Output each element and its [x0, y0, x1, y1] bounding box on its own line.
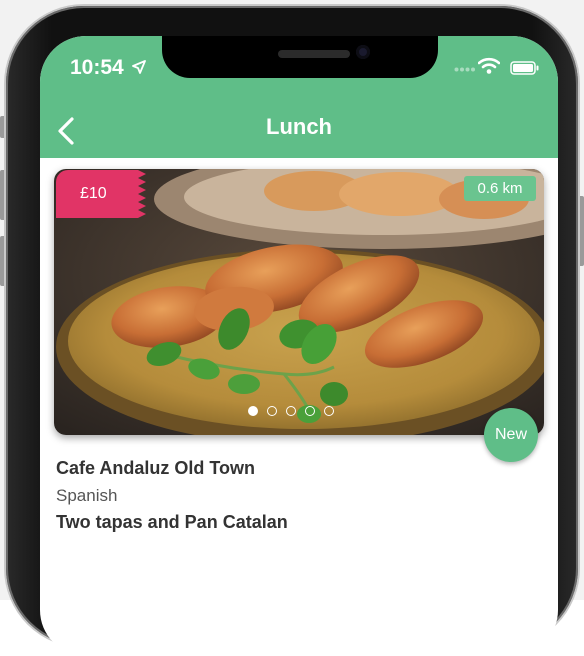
- earpiece-speaker: [278, 50, 350, 58]
- power-button: [578, 196, 584, 266]
- carousel-dot-4[interactable]: [305, 406, 315, 416]
- price-badge: £10: [56, 170, 138, 218]
- deal-description: Two tapas and Pan Catalan: [56, 512, 288, 532]
- price-badge-zigzag-edge: [138, 170, 146, 218]
- location-arrow-icon: [132, 60, 146, 74]
- cuisine-label: Spanish: [56, 486, 118, 505]
- distance-badge: 0.6 km: [464, 176, 536, 201]
- phone-screen: 10:54 Lunch £10 0.6 km New Cafe Andaluz …: [40, 36, 558, 656]
- wifi-icon: [478, 57, 500, 74]
- signal-dots-icon: [454, 67, 475, 72]
- page-title: Lunch: [266, 114, 332, 139]
- carousel-indicator[interactable]: [248, 406, 334, 416]
- status-time: 10:54: [70, 56, 124, 79]
- carousel-dot-1[interactable]: [248, 406, 258, 416]
- restaurant-name[interactable]: Cafe Andaluz Old Town: [56, 458, 255, 479]
- new-badge: New: [484, 408, 538, 462]
- carousel-dot-5[interactable]: [324, 406, 334, 416]
- battery-icon: [510, 61, 539, 75]
- front-camera: [356, 45, 370, 59]
- carousel-dot-3[interactable]: [286, 406, 296, 416]
- carousel-dot-2[interactable]: [267, 406, 277, 416]
